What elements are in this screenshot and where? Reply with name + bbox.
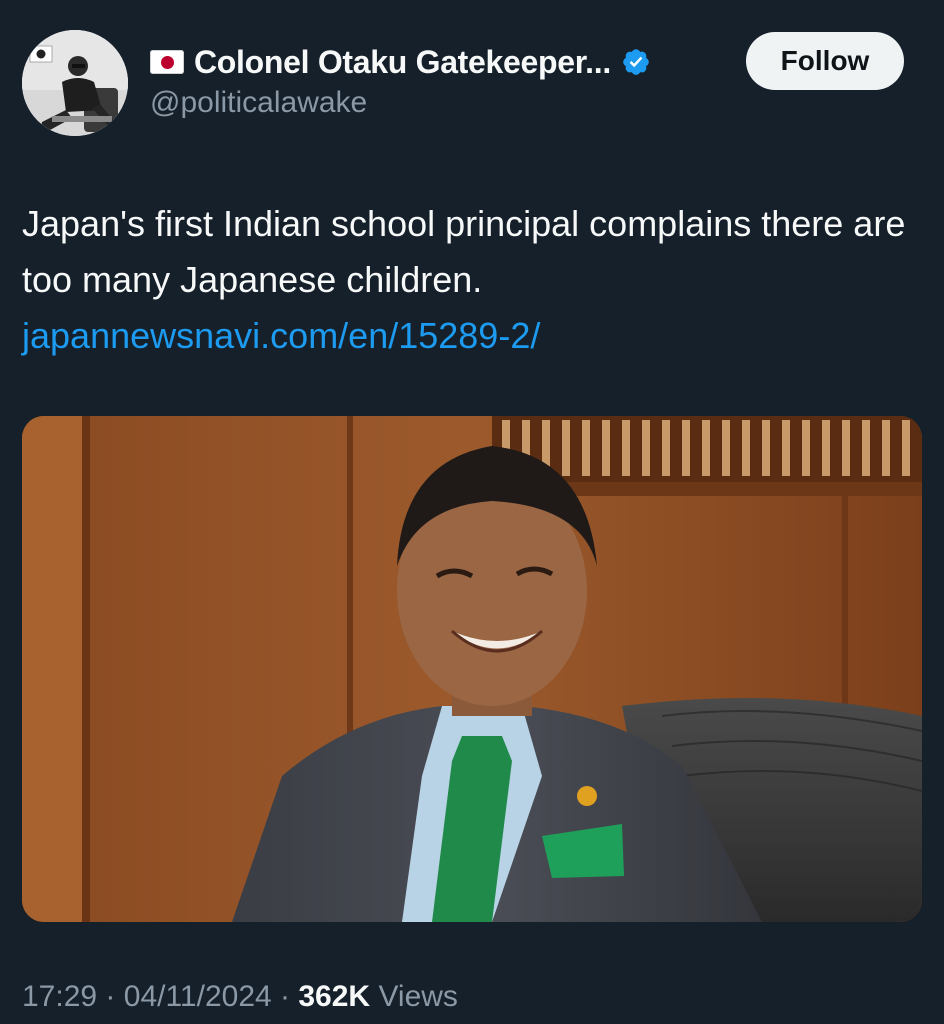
- views-label: Views: [378, 980, 458, 1013]
- author-handle[interactable]: @politicalawake: [150, 86, 367, 120]
- author-display-name[interactable]: Colonel Otaku Gatekeeper...: [194, 44, 611, 81]
- tweet-time[interactable]: 17:29: [22, 980, 97, 1013]
- tweet-body: Japan's first Indian school principal co…: [22, 196, 922, 364]
- avatar-image: [22, 30, 128, 136]
- tweet-meta: 17:29 · 04/11/2024 · 362K Views: [22, 980, 458, 1014]
- photo-principal-portrait: [22, 416, 922, 922]
- author-name-row[interactable]: Colonel Otaku Gatekeeper...: [150, 40, 651, 84]
- meta-separator: ·: [105, 980, 116, 1013]
- tweet-text: Japan's first Indian school principal co…: [22, 203, 906, 300]
- avatar[interactable]: [22, 30, 128, 136]
- follow-button[interactable]: Follow: [746, 32, 904, 90]
- views-count: 362K: [298, 980, 371, 1013]
- tweet: Colonel Otaku Gatekeeper... @politicalaw…: [0, 0, 944, 1024]
- tweet-link[interactable]: japannewsnavi.com/en/15289-2/: [22, 308, 922, 364]
- verified-badge-icon[interactable]: [621, 47, 651, 77]
- meta-separator: ·: [280, 980, 291, 1013]
- japan-flag-icon: [150, 50, 184, 74]
- tweet-media-image[interactable]: [22, 416, 922, 922]
- tweet-date[interactable]: 04/11/2024: [124, 980, 272, 1013]
